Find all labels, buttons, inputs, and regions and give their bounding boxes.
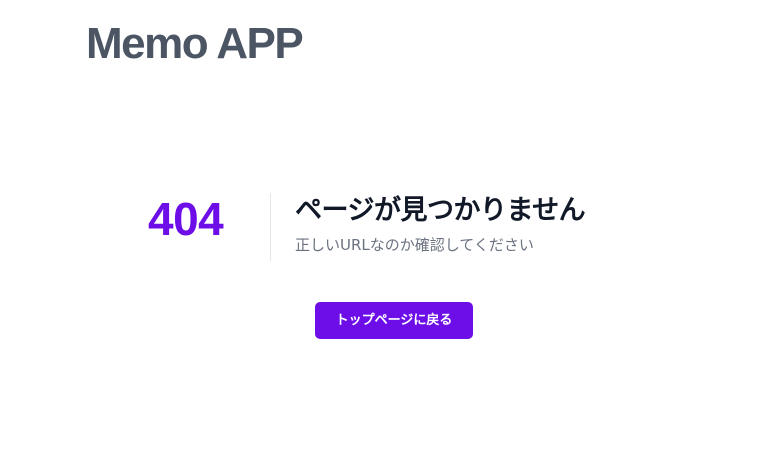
error-text-group: ページが見つかりません 正しいURLなのか確認してください (295, 193, 735, 255)
error-code: 404 (148, 193, 224, 245)
error-message: 正しいURLなのか確認してください (295, 236, 534, 254)
back-to-top-button[interactable]: トップページに戻る (315, 302, 473, 339)
app-title[interactable]: Memo APP (86, 14, 304, 74)
error-heading: ページが見つかりません (295, 195, 586, 226)
error-block: 404 ページが見つかりません 正しいURLなのか確認してください (0, 193, 766, 263)
vertical-divider (270, 193, 271, 261)
not-found-page: Memo APP 404 ページが見つかりません 正しいURLなのか確認してくだ… (0, 0, 766, 465)
